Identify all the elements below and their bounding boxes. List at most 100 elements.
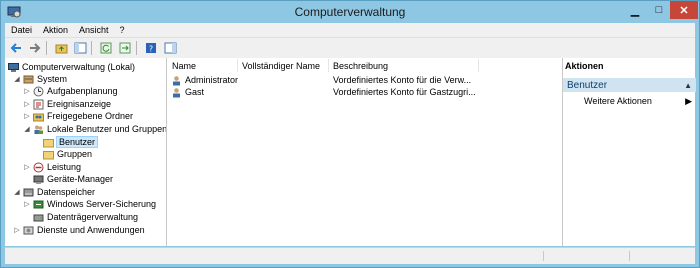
collapse-triangle-icon[interactable]: ▲ [684,81,692,90]
tree-item-datentraegerverwaltung[interactable]: Datenträgerverwaltung [33,211,138,223]
tree-item-computerverwaltung[interactable]: Computerverwaltung (Lokal) [8,61,135,73]
svg-text:?: ? [149,45,153,54]
back-arrow-icon [10,43,21,53]
action-pane-button[interactable] [162,40,178,56]
tree-item-geraete-manager[interactable]: Geräte-Manager [33,173,113,185]
tree-item-freigegebene-ordner[interactable]: ▷ Freigegebene Ordner [23,110,133,122]
tree-item-label: Windows Server-Sicherung [47,199,157,209]
system-tools-icon [23,75,34,83]
user-icon [173,75,180,85]
collapse-arrow-icon[interactable]: ◢ [13,188,21,196]
backup-icon [33,200,44,208]
performance-icon [33,162,44,172]
tree-item-lokale-benutzer-und-gruppen[interactable]: ◢ Lokale Benutzer und Gruppen [23,123,167,135]
close-button[interactable]: ✕ [670,1,698,19]
table-row[interactable]: Gast Vordefiniertes Konto für Gastzugri.… [168,86,562,98]
tree-item-label: Freigegebene Ordner [47,111,134,121]
status-segment [545,251,630,261]
refresh-button[interactable] [98,40,114,56]
tree-item-datenspeicher[interactable]: ◢ Datenspeicher [13,186,95,198]
export-list-button[interactable] [117,40,133,56]
tree-item-label: Leistung [47,162,82,172]
actions-section-benutzer[interactable]: Benutzer ▲ [563,78,696,92]
expand-arrow-icon[interactable]: ▷ [13,226,21,234]
user-name: Gast [185,87,205,97]
column-header-name[interactable]: Name [168,59,238,72]
menu-help[interactable]: ? [114,25,130,35]
console-tree-button[interactable] [72,40,88,56]
tree-item-windows-server-sicherung[interactable]: ▷ Windows Server-Sicherung [23,198,156,210]
tree-item-label: Computerverwaltung (Lokal) [22,62,136,72]
help-button[interactable]: ? [143,40,159,56]
tree-item-label: Ereignisanzeige [47,99,112,109]
users-groups-icon [34,125,43,134]
maximize-icon: □ [655,4,663,16]
collapse-arrow-icon[interactable]: ◢ [23,125,31,133]
minimize-button[interactable]: ▁ [622,1,648,19]
console-tree: Computerverwaltung (Lokal) ◢ System ▷ Au… [5,58,167,246]
expand-arrow-icon[interactable]: ▷ [23,163,31,171]
folder-icon [43,138,54,147]
console-tree-icon [74,42,86,54]
more-actions-item[interactable]: Weitere Aktionen ▶ [584,96,692,107]
minimize-icon: ▁ [630,4,640,17]
collapse-arrow-icon[interactable]: ◢ [13,75,21,83]
tree-item-label: Lokale Benutzer und Gruppen [47,124,167,134]
toolbar-separator [91,41,92,55]
folder-icon [43,150,54,159]
expand-arrow-icon[interactable]: ▷ [23,112,31,120]
storage-icon [23,188,34,196]
tree-item-label: System [37,74,68,84]
tree-item-label: Dienste und Anwendungen [37,225,145,235]
action-pane-icon [164,42,176,54]
column-header-fullname[interactable]: Vollständiger Name [238,59,329,72]
actions-header: Aktionen [565,61,604,71]
menu-aktion[interactable]: Aktion [37,25,73,35]
computer-management-icon [8,62,19,72]
forward-button[interactable] [27,40,43,56]
menu-ansicht[interactable]: Ansicht [73,25,114,35]
column-header-description[interactable]: Beschreibung [329,59,479,72]
tree-item-label: Datenspeicher [37,187,96,197]
submenu-arrow-icon: ▶ [685,96,692,106]
clock-icon [33,86,44,96]
expand-arrow-icon[interactable]: ▷ [23,100,31,108]
tree-item-system[interactable]: ◢ System [13,73,67,85]
fullname-cell [242,74,328,86]
expand-arrow-icon[interactable]: ▷ [23,87,31,95]
tree-item-gruppen[interactable]: Gruppen [43,148,92,160]
computer-management-window: Computerverwaltung ▁ □ ✕ Datei Aktion An… [0,0,700,268]
name-cell: Gast [171,86,239,98]
maximize-button[interactable]: □ [648,1,670,19]
title-bar[interactable]: Computerverwaltung ▁ □ ✕ [1,1,699,23]
tree-item-aufgabenplanung[interactable]: ▷ Aufgabenplanung [23,85,118,97]
table-row[interactable]: Administrator Vordefiniertes Konto für d… [168,74,562,86]
disk-management-icon [33,214,44,221]
tree-item-label: Gruppen [57,149,93,159]
actions-pane: Aktionen Benutzer ▲ Weitere Aktionen ▶ [562,58,696,246]
description-cell: Vordefiniertes Konto für die Verw... [333,75,472,85]
menu-datei[interactable]: Datei [5,25,37,35]
forward-arrow-icon [30,43,41,53]
description-cell: Vordefiniertes Konto für Gastzugri... [333,87,476,97]
more-actions-label: Weitere Aktionen [584,96,652,106]
tree-item-ereignisanzeige[interactable]: ▷ Ereignisanzeige [23,98,111,110]
export-icon [119,42,131,54]
device-manager-icon [33,175,44,184]
up-folder-button[interactable] [53,40,69,56]
tree-item-dienste-und-anwendungen[interactable]: ▷ Dienste und Anwendungen [13,224,145,236]
tree-item-label: Aufgabenplanung [47,86,118,96]
window-title: Computerverwaltung [294,5,406,19]
fullname-cell [242,86,328,98]
refresh-icon [100,42,112,54]
name-cell: Administrator [171,74,239,86]
status-segment [5,251,544,261]
expand-arrow-icon[interactable]: ▷ [23,200,31,208]
status-bar [5,247,695,264]
tree-item-leistung[interactable]: ▷ Leistung [23,161,81,173]
menu-bar: Datei Aktion Ansicht ? [5,23,695,37]
tree-item-label: Datenträgerverwaltung [47,212,139,222]
back-button[interactable] [8,40,24,56]
tree-item-benutzer[interactable]: Benutzer [43,136,99,148]
event-viewer-icon [33,99,44,109]
